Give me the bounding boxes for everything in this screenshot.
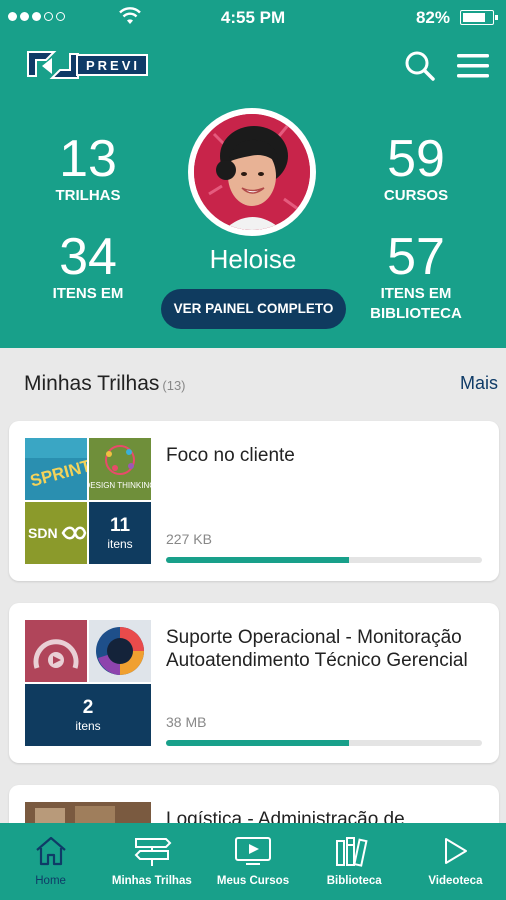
sprint-tile: SPRINT [25,438,87,500]
nav-videoteca[interactable]: Videoteca [405,823,506,900]
sdn-text: SDN [28,525,58,541]
user-name: Heloise [209,244,297,274]
bottom-navigation: Home Minhas Trilhas Meus Cursos Bibliote… [0,823,506,900]
nav-home[interactable]: Home [0,823,101,900]
trilha-title: Suporte Operacional - Monitoração Autoat… [166,627,468,671]
stat-itens-biblioteca[interactable]: 57 ITENS EM BIBLIOTECA [351,230,481,324]
signpost-icon [134,838,172,866]
items-label: itens [107,537,133,551]
section-count: (13) [162,378,186,393]
nav-label: Meus Cursos [216,875,290,887]
trilha-title: Foco no cliente [166,445,295,466]
items-count: 2 [82,697,94,718]
trilha-card[interactable]: 2 itens Suporte Operacional - Monitoraçã… [9,603,499,763]
section-title-text: Minhas Trilhas [24,372,160,395]
trilha-size: 227 KB [166,531,212,547]
trilha-thumbnail: 2 itens [25,620,151,746]
trilha-card[interactable]: SPRINT DESIGN THINKING SDN 11 itens Foco… [9,421,499,581]
video-lesson-icon [235,837,271,865]
battery-icon [460,10,498,25]
stat-cursos[interactable]: 59 CURSOS [351,132,481,206]
chart-tile [89,620,151,682]
items-count-tile: 11 itens [89,502,151,564]
profile-header: PREVI 13 TRILHAS 34 ITENS EM 59 CURSOS 5… [0,34,506,348]
stat-label: ITENS EM [52,285,124,302]
sdn-tile: SDN [25,502,87,564]
stat-label: CURSOS [383,187,449,204]
progress-bar [166,740,482,746]
items-count-tile: 2 itens [25,684,151,746]
logo-mark-icon [27,51,79,79]
stat-value: 59 [387,130,445,188]
items-count: 11 [109,515,131,536]
avatar[interactable] [188,108,316,236]
items-label: itens [75,719,101,733]
trilha-size: 38 MB [166,714,207,730]
nav-label: Biblioteca [326,875,382,887]
battery-percent: 82% [415,8,450,27]
previ-logo: PREVI [24,46,149,84]
hamburger-menu-icon[interactable] [456,50,490,82]
stat-value: 13 [59,130,117,188]
user-photo-icon [194,114,310,230]
section-title: Minhas Trilhas (13) [24,372,186,396]
books-icon [336,837,368,867]
stat-value: 57 [387,228,445,286]
nav-label: Minhas Trilhas [111,875,192,887]
mais-link[interactable]: Mais [460,373,498,394]
nav-label: Videoteca [428,875,483,887]
nav-biblioteca[interactable]: Biblioteca [304,823,405,900]
stat-itens-em[interactable]: 34 ITENS EM [23,230,153,304]
status-bar: 4:55 PM 82% [0,0,506,34]
home-icon [35,836,66,866]
stat-trilhas[interactable]: 13 TRILHAS [23,132,153,206]
design-thinking-tile: DESIGN THINKING [89,438,151,500]
design-thinking-text: DESIGN THINKING [89,481,151,490]
nav-label: Home [35,875,66,887]
stat-label: TRILHAS [55,187,121,204]
progress-bar [166,557,482,563]
nav-meus-cursos[interactable]: Meus Cursos [202,823,303,900]
podcast-tile [25,620,87,682]
nav-minhas-trilhas[interactable]: Minhas Trilhas [101,823,202,900]
stat-label: ITENS EM BIBLIOTECA [370,285,462,322]
trilha-thumbnail: SPRINT DESIGN THINKING SDN 11 itens [25,438,151,564]
ver-painel-completo-button[interactable]: VER PAINEL COMPLETO [161,289,346,329]
play-icon [445,838,468,864]
search-icon[interactable] [404,50,436,82]
logo-text: PREVI [76,54,149,76]
stat-value: 34 [59,228,117,286]
